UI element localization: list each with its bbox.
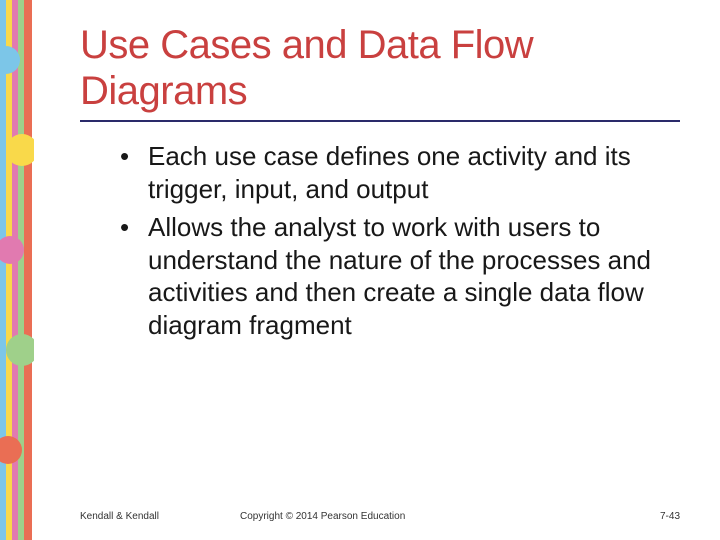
title-rule — [80, 120, 680, 122]
slide-title: Use Cases and Data Flow Diagrams — [80, 22, 680, 114]
list-item: Allows the analyst to work with users to… — [126, 211, 680, 341]
slide-content: Use Cases and Data Flow Diagrams Each us… — [80, 22, 680, 347]
footer-copyright: Copyright © 2014 Pearson Education — [240, 511, 405, 522]
bullet-list: Each use case defines one activity and i… — [80, 140, 680, 341]
side-decoration — [0, 0, 34, 540]
slide-footer: Kendall & Kendall Copyright © 2014 Pears… — [80, 511, 680, 522]
footer-page: 7-43 — [660, 511, 680, 522]
footer-author: Kendall & Kendall — [80, 511, 159, 522]
list-item: Each use case defines one activity and i… — [126, 140, 680, 205]
deco-svg — [0, 0, 34, 540]
